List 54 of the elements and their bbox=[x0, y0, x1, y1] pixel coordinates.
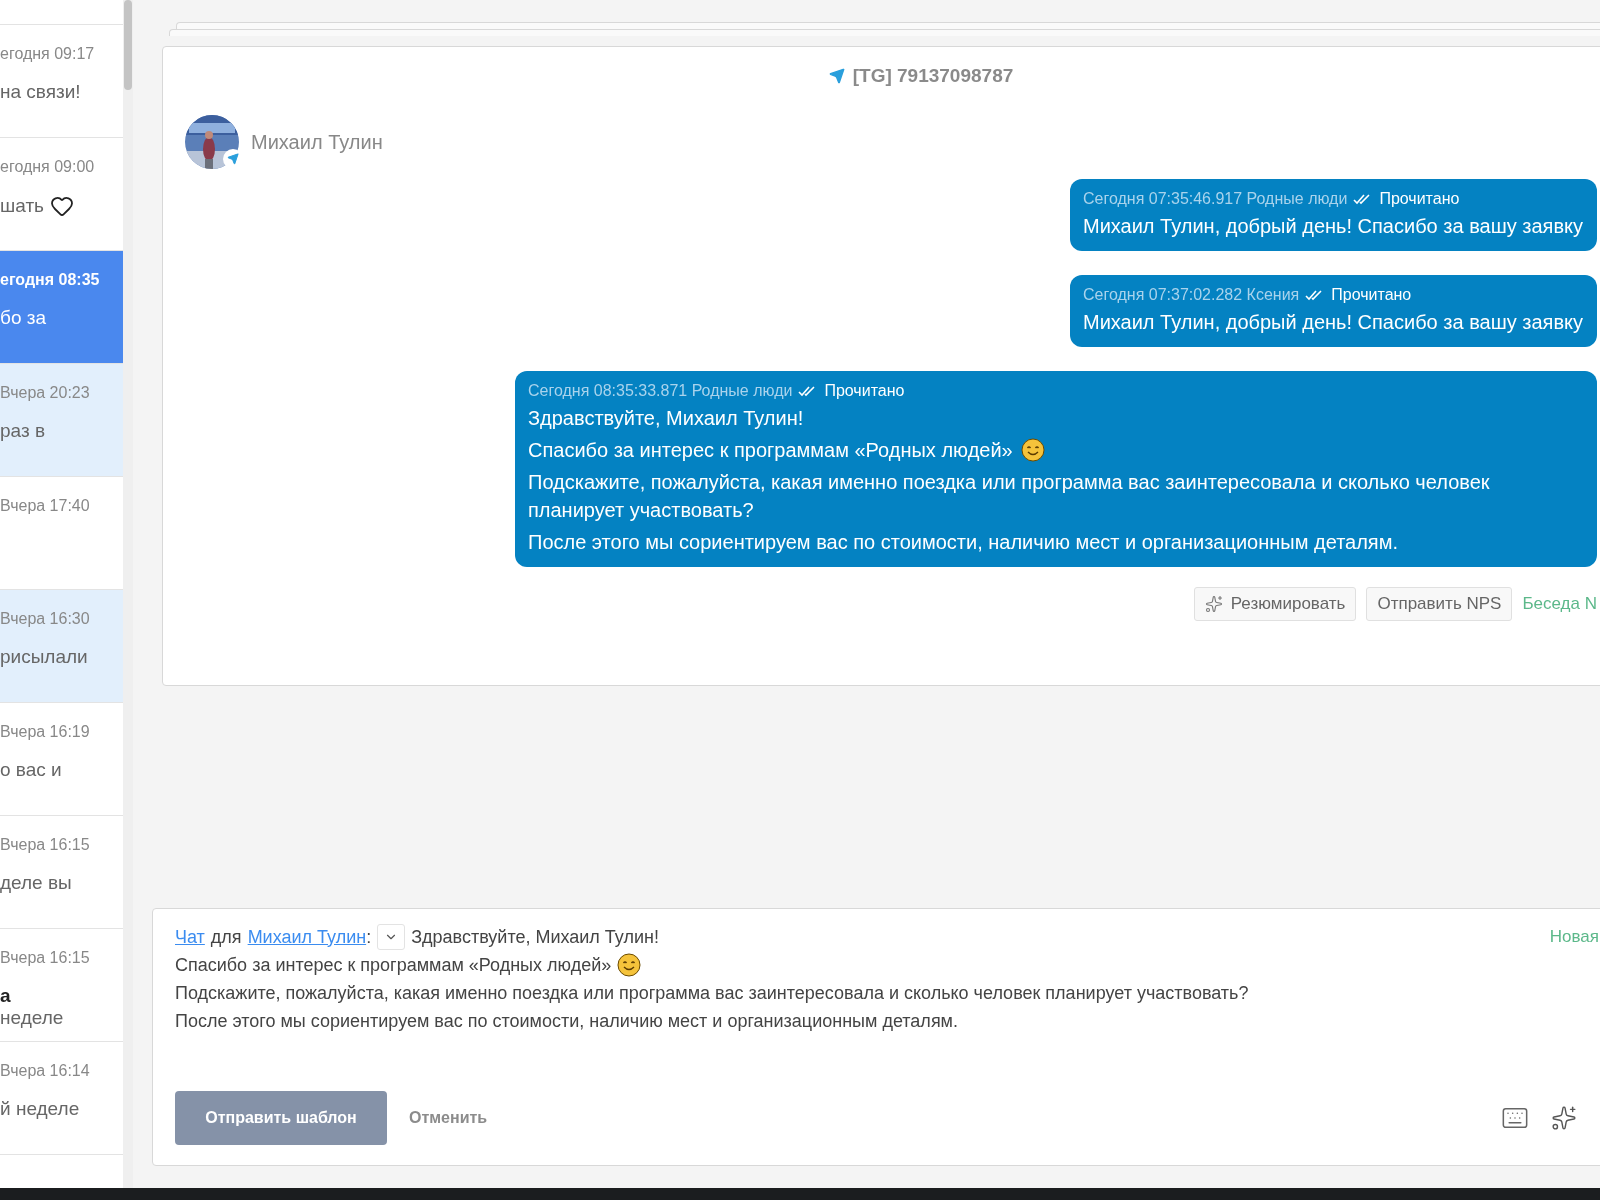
conversation-item[interactable]: егодня 08:35 бо за bbox=[0, 251, 123, 364]
status-label: Новая bbox=[1549, 927, 1599, 947]
message-meta: Сегодня 07:35:46.917 Родные люди bbox=[1082, 190, 1348, 208]
conversation-preview: бо за bbox=[0, 307, 46, 329]
message-line: Здравствуйте, Михаил Тулин! bbox=[528, 406, 804, 431]
read-status: Прочитано bbox=[1379, 190, 1460, 208]
message-line: Михаил Тулин, добрый день! Спасибо за вашу заявку bbox=[1082, 310, 1583, 335]
template-line: Спасибо за интерес к программам «Родных людей» bbox=[175, 954, 612, 976]
message-line: После этого мы сориентируем вас по стоимости, наличию мест и организационным деталям. bbox=[528, 530, 1398, 555]
cancel-button[interactable]: Отменить bbox=[409, 1109, 488, 1127]
conversation-preview: неделе bbox=[0, 1007, 64, 1029]
conversation-time: Вчера 20:23 bbox=[0, 384, 90, 402]
template-line: Здравствуйте, Михаил Тулин! bbox=[411, 926, 659, 948]
channel-title: [TG] 79137098787 bbox=[852, 65, 1014, 87]
conversation-time: Вчера 16:30 bbox=[0, 610, 90, 628]
message-meta: Сегодня 08:35:33.871 Родные люди bbox=[528, 382, 793, 400]
conversation-item[interactable]: Вчера 16:30 рисылали bbox=[0, 590, 123, 703]
conversation-preview: на связи! bbox=[0, 81, 81, 103]
conversation-preview: шать bbox=[0, 195, 44, 217]
scrollbar[interactable] bbox=[123, 0, 133, 1188]
conversation-preview: деле вы bbox=[0, 872, 72, 894]
paper-plane-icon bbox=[828, 68, 845, 84]
recipient-link[interactable]: Михаил Тулин bbox=[247, 926, 367, 948]
sparkles-icon[interactable] bbox=[1551, 1105, 1577, 1131]
conversation-time: Вчера 16:15 bbox=[0, 836, 90, 854]
template-line: Подскажите, пожалуйста, какая именно поездка или программа вас заинтересовала и сколько человек планирует участвовать? bbox=[175, 982, 1249, 1004]
prefix-text: для bbox=[210, 926, 242, 948]
conversation-preview: раз в bbox=[0, 420, 45, 442]
message-meta: Сегодня 07:37:02.282 Ксения bbox=[1082, 286, 1300, 304]
conversation-time: Вчера 17:40 bbox=[0, 497, 90, 515]
read-status: Прочитано bbox=[824, 382, 905, 400]
message-line: Подскажите, пожалуйста, какая именно поездка или программа вас заинтересовала и сколько человек планирует участвовать? bbox=[528, 470, 1491, 523]
conversation-preview: й неделе bbox=[0, 1098, 80, 1120]
contact-name: Михаил Тулин bbox=[251, 130, 383, 154]
message-line: Михаил Тулин, добрый день! Спасибо за вашу заявку bbox=[1082, 214, 1583, 239]
colon-text: : bbox=[366, 926, 372, 948]
summarize-button[interactable]: Резюмировать bbox=[1193, 587, 1357, 621]
conversation-time: Вчера 16:14 bbox=[0, 1062, 90, 1080]
conversation-preview: рисылали bbox=[0, 646, 88, 668]
conversation-time: егодня 09:00 bbox=[0, 158, 95, 176]
sparkles-icon bbox=[1204, 595, 1223, 613]
conversation-preview: о вас и bbox=[0, 759, 62, 781]
message-line: Спасибо за интерес к программам «Родных людей» bbox=[528, 438, 1013, 463]
read-status: Прочитано bbox=[1331, 286, 1412, 304]
conversation-time: Вчера 16:19 bbox=[0, 723, 90, 741]
template-line: После этого мы сориентируем вас по стоимости, наличию мест и организационным деталям. bbox=[175, 1010, 958, 1032]
conversation-preview: а bbox=[0, 985, 12, 1007]
conversation-time: егодня 08:35 bbox=[0, 271, 100, 289]
conversation-time: Вчера 16:15 bbox=[0, 949, 90, 967]
send-template-button[interactable]: Отправить шаблон bbox=[175, 1091, 387, 1145]
conversation-time: егодня 09:17 bbox=[0, 45, 95, 63]
chat-link[interactable]: Чат bbox=[175, 926, 205, 948]
send-nps-button[interactable]: Отправить NPS bbox=[1366, 587, 1513, 621]
conversation-item[interactable]: Вчера 20:23 раз в bbox=[0, 364, 123, 477]
